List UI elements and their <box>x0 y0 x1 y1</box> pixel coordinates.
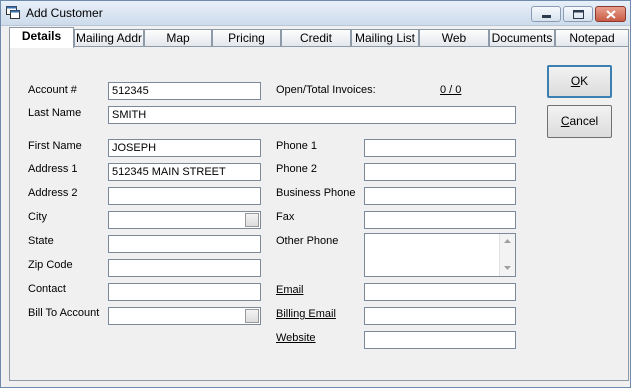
minimize-icon <box>542 15 551 18</box>
zip-code-label: Zip Code <box>28 259 73 271</box>
open-total-invoices-label: Open/Total Invoices: <box>276 84 376 96</box>
fax-input[interactable] <box>364 211 516 229</box>
close-window-button[interactable] <box>595 6 626 22</box>
add-customer-window: Add Customer Details Mailing Addr Map Pr… <box>0 0 631 388</box>
window-title: Add Customer <box>26 6 103 20</box>
maximize-icon <box>573 10 584 19</box>
contact-input[interactable] <box>108 283 261 301</box>
cancel-button-rest: ancel <box>569 114 599 128</box>
bill-to-account-combobox[interactable] <box>108 307 261 325</box>
website-input[interactable] <box>364 331 516 349</box>
billing-email-input[interactable] <box>364 307 516 325</box>
address2-input[interactable] <box>108 187 261 205</box>
tab-mailing-addr[interactable]: Mailing Addr <box>74 29 144 46</box>
address2-label: Address 2 <box>28 187 78 199</box>
contact-label: Contact <box>28 283 66 295</box>
city-combobox[interactable] <box>108 211 261 229</box>
tab-mailing-list[interactable]: Mailing List <box>351 29 419 46</box>
tab-notepad[interactable]: Notepad <box>555 29 629 46</box>
cancel-button[interactable]: Cancel <box>547 105 612 138</box>
fax-label: Fax <box>276 211 295 223</box>
ok-button-rest: K <box>580 74 589 88</box>
business-phone-input[interactable] <box>364 187 516 205</box>
email-input[interactable] <box>364 283 516 301</box>
address1-input[interactable]: 512345 MAIN STREET <box>108 163 261 181</box>
account-label: Account # <box>28 84 77 96</box>
first-name-label: First Name <box>28 140 82 152</box>
state-label: State <box>28 235 54 247</box>
first-name-input[interactable]: JOSEPH <box>108 139 261 157</box>
ok-button[interactable]: OK <box>547 65 612 98</box>
phone1-label: Phone 1 <box>276 140 317 152</box>
tab-strip: Details Mailing Addr Map Pricing Credit … <box>9 27 629 48</box>
tab-pricing[interactable]: Pricing <box>212 29 281 46</box>
bill-to-account-dropdown-button[interactable] <box>245 309 259 323</box>
phone2-input[interactable] <box>364 163 516 181</box>
last-name-label: Last Name <box>28 107 82 119</box>
state-input[interactable] <box>108 235 261 253</box>
other-phone-scrollbar[interactable] <box>499 234 515 276</box>
details-panel: Account # Last Name First Name Address 1… <box>9 46 629 381</box>
title-bar[interactable]: Add Customer <box>1 1 630 26</box>
other-phone-label: Other Phone <box>276 235 339 247</box>
scroll-up-arrow-icon[interactable] <box>504 239 511 243</box>
phone2-label: Phone 2 <box>276 163 317 175</box>
maximize-button[interactable] <box>563 6 593 22</box>
account-number-input[interactable]: 512345 <box>108 82 261 100</box>
city-dropdown-button[interactable] <box>245 213 259 227</box>
tab-map[interactable]: Map <box>144 29 212 46</box>
zip-code-input[interactable] <box>108 259 261 277</box>
app-window-icon <box>6 6 20 19</box>
last-name-input[interactable]: SMITH <box>108 106 516 124</box>
business-phone-label: Business Phone <box>276 187 356 199</box>
other-phone-textarea[interactable] <box>364 233 516 277</box>
ok-button-mnemonic: O <box>570 74 581 88</box>
minimize-button[interactable] <box>531 6 561 22</box>
billing-email-link[interactable]: Billing Email <box>276 308 336 321</box>
tab-documents[interactable]: Documents <box>489 29 555 46</box>
tab-details[interactable]: Details <box>9 27 74 48</box>
website-link[interactable]: Website <box>276 332 316 345</box>
tab-web[interactable]: Web <box>419 29 489 46</box>
open-total-invoices-link[interactable]: 0 / 0 <box>440 84 461 97</box>
scroll-down-arrow-icon[interactable] <box>504 266 511 270</box>
email-link[interactable]: Email <box>276 284 304 297</box>
bill-to-account-label: Bill To Account <box>28 307 100 319</box>
tab-credit[interactable]: Credit <box>281 29 351 46</box>
address1-label: Address 1 <box>28 163 78 175</box>
close-icon <box>606 10 616 19</box>
phone1-input[interactable] <box>364 139 516 157</box>
city-label: City <box>28 211 47 223</box>
